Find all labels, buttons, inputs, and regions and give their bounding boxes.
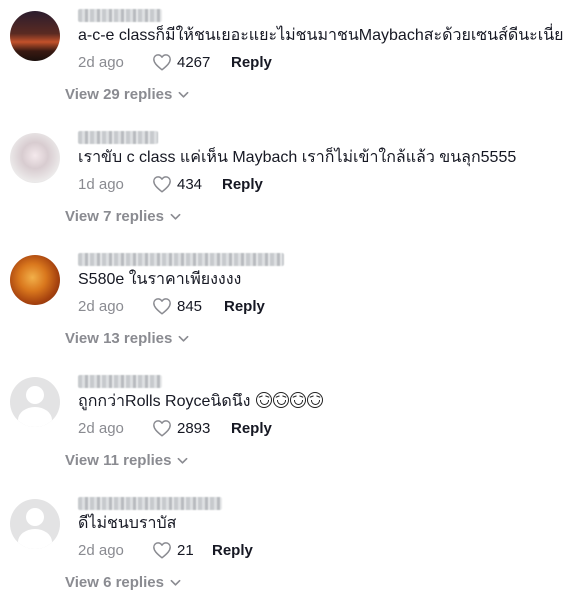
avatar[interactable] <box>10 133 60 183</box>
heart-icon <box>153 176 171 193</box>
comment-text: S580e ในราคาเพียงงงง <box>78 271 242 288</box>
username-blurred[interactable] <box>78 253 284 266</box>
view-replies-button[interactable]: View 29 replies <box>65 86 189 103</box>
view-replies-label: View 6 replies <box>65 574 164 591</box>
view-replies-label: View 13 replies <box>65 330 173 347</box>
like-button[interactable]: 2893 <box>152 419 210 437</box>
comment-text: a-c-e classก็มีให้ชนเยอะแยะไม่ชนมาชนMayb… <box>78 27 564 44</box>
comment-meta: 2d ago 4267 Reply <box>78 52 558 74</box>
like-count: 4267 <box>177 53 211 71</box>
heart-icon <box>153 542 171 559</box>
chevron-down-icon <box>178 335 189 342</box>
comment-text: เราขับ c class แค่เห็น Maybach เราก็ไม่เ… <box>78 149 517 166</box>
avatar[interactable] <box>10 11 60 61</box>
chevron-down-icon <box>170 579 181 586</box>
like-button[interactable]: 4267 <box>152 53 210 71</box>
like-count: 845 <box>177 297 203 315</box>
comment-time: 2d ago <box>78 298 124 315</box>
view-replies-label: View 11 replies <box>65 452 172 469</box>
view-replies-button[interactable]: View 6 replies <box>65 574 181 591</box>
comment-time: 2d ago <box>78 54 124 71</box>
reply-button[interactable]: Reply <box>222 176 263 193</box>
chevron-down-icon <box>178 91 189 98</box>
like-button[interactable]: 21 <box>152 541 194 559</box>
reply-button[interactable]: Reply <box>231 54 272 71</box>
comment-meta: 2d ago 2893 Reply <box>78 418 558 440</box>
view-replies-button[interactable]: View 11 replies <box>65 452 188 469</box>
view-replies-label: View 7 replies <box>65 208 164 225</box>
comment-meta: 2d ago 21 Reply <box>78 540 558 562</box>
like-button[interactable]: 845 <box>152 297 202 315</box>
reply-button[interactable]: Reply <box>224 298 265 315</box>
avatar[interactable] <box>10 255 60 305</box>
comment-text: ดีไม่ชนบราบัส <box>78 515 177 532</box>
comment-text-content: ถูกกว่าRolls Royceนิดนึง <box>78 393 251 410</box>
like-button[interactable]: 434 <box>152 175 202 193</box>
reply-button[interactable]: Reply <box>231 420 272 437</box>
username-blurred[interactable] <box>78 9 162 22</box>
view-replies-button[interactable]: View 13 replies <box>65 330 189 347</box>
heart-icon <box>153 420 171 437</box>
avatar-placeholder-body <box>18 529 52 549</box>
heart-icon <box>153 298 171 315</box>
laughing-emoji-icon <box>255 392 323 410</box>
comment-item: S580e ในราคาเพียงงงง 2d ago 845 Reply Vi… <box>0 244 580 364</box>
avatar-placeholder-head <box>26 386 44 404</box>
username-blurred[interactable] <box>78 131 158 144</box>
avatar[interactable] <box>10 377 60 427</box>
comment-item: เราขับ c class แค่เห็น Maybach เราก็ไม่เ… <box>0 122 580 242</box>
chevron-down-icon <box>170 213 181 220</box>
comment-text: ถูกกว่าRolls Royceนิดนึง <box>78 392 323 412</box>
view-replies-label: View 29 replies <box>65 86 173 103</box>
username-blurred[interactable] <box>78 375 162 388</box>
comment-item: ดีไม่ชนบราบัส 2d ago 21 Reply View 6 rep… <box>0 488 580 608</box>
comment-time: 2d ago <box>78 542 124 559</box>
avatar-placeholder-head <box>26 508 44 526</box>
like-count: 21 <box>177 541 194 559</box>
avatar[interactable] <box>10 499 60 549</box>
comment-time: 2d ago <box>78 420 124 437</box>
reply-button[interactable]: Reply <box>212 542 253 559</box>
comment-item: a-c-e classก็มีให้ชนเยอะแยะไม่ชนมาชนMayb… <box>0 0 580 120</box>
like-count: 434 <box>177 175 203 193</box>
comment-time: 1d ago <box>78 176 124 193</box>
comment-meta: 2d ago 845 Reply <box>78 296 558 318</box>
like-count: 2893 <box>177 419 211 437</box>
comment-item: ถูกกว่าRolls Royceนิดนึง 2d ago 2893 Rep… <box>0 366 580 486</box>
chevron-down-icon <box>178 457 188 464</box>
username-blurred[interactable] <box>78 497 222 510</box>
heart-icon <box>153 54 171 71</box>
comment-meta: 1d ago 434 Reply <box>78 174 558 196</box>
view-replies-button[interactable]: View 7 replies <box>65 208 181 225</box>
avatar-placeholder-body <box>18 407 52 427</box>
